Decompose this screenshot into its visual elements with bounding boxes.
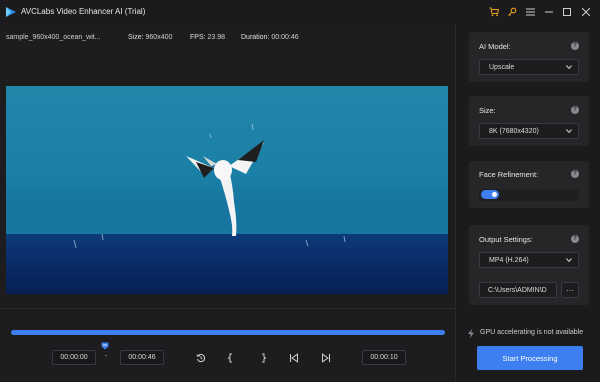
chevron-down-icon — [566, 129, 572, 134]
key-icon[interactable] — [505, 5, 519, 19]
settings-pane: AI Model: ? Upscale Size: ? 8K (7680x432… — [455, 24, 600, 382]
file-size: Size: 960x400 — [128, 34, 173, 41]
lightning-icon — [468, 329, 474, 338]
preview-pane: sample_960x400_ocean_wit... Size: 960x40… — [0, 24, 455, 382]
file-fps: FPS: 23.98 — [190, 34, 226, 41]
ai-model-card: AI Model: ? Upscale — [469, 32, 589, 82]
previous-frame-icon[interactable] — [287, 351, 301, 365]
gpu-status: GPU accelerating is not available — [480, 329, 584, 336]
timeline-slider[interactable] — [11, 330, 445, 335]
start-time-field[interactable]: 00:00:00 — [52, 350, 96, 365]
divider — [0, 308, 455, 309]
next-frame-icon[interactable] — [319, 351, 333, 365]
app-title: AVCLabs Video Enhancer AI (Trial) — [21, 7, 146, 16]
start-processing-button[interactable]: Start Processing — [477, 346, 583, 370]
ai-model-label: AI Model: — [479, 42, 511, 51]
output-path-field[interactable]: C:\Users\ADMIN\D — [479, 282, 557, 298]
maximize-icon[interactable] — [560, 5, 574, 19]
close-icon[interactable] — [579, 5, 593, 19]
app-logo-icon — [6, 7, 16, 17]
face-refinement-toggle-row — [479, 189, 579, 201]
size-label: Size: — [479, 106, 496, 115]
title-bar: AVCLabs Video Enhancer AI (Trial) — [0, 0, 600, 24]
file-info-bar: sample_960x400_ocean_wit... Size: 960x40… — [0, 24, 455, 50]
cart-icon[interactable] — [487, 5, 501, 19]
output-settings-card: Output Settings: ? MP4 (H.264) C:\Users\… — [469, 225, 589, 305]
mark-in-icon[interactable] — [224, 351, 238, 365]
current-time-field[interactable]: 00:00:10 — [362, 350, 406, 365]
mark-out-icon[interactable] — [256, 351, 270, 365]
position-marker-icon[interactable] — [101, 342, 109, 350]
chevron-down-icon — [566, 258, 572, 263]
face-refinement-label: Face Refinement: — [479, 170, 539, 179]
ai-model-select[interactable]: Upscale — [479, 59, 579, 75]
video-frame — [6, 86, 448, 294]
chevron-down-icon — [566, 65, 572, 70]
menu-icon[interactable] — [523, 5, 537, 19]
timeline-fill — [11, 330, 445, 335]
face-refinement-card: Face Refinement: ? — [469, 161, 589, 208]
help-icon[interactable]: ? — [571, 170, 579, 178]
file-duration: Duration: 00:00:46 — [241, 34, 299, 41]
reset-icon[interactable] — [194, 351, 208, 365]
output-settings-label: Output Settings: — [479, 235, 533, 244]
time-range-dash: - — [105, 353, 108, 360]
format-select[interactable]: MP4 (H.264) — [479, 252, 579, 268]
help-icon[interactable]: ? — [571, 235, 579, 243]
size-card: Size: ? 8K (7680x4320) — [469, 96, 589, 146]
help-icon[interactable]: ? — [571, 42, 579, 50]
size-select[interactable]: 8K (7680x4320) — [479, 123, 579, 139]
help-icon[interactable]: ? — [571, 106, 579, 114]
face-refinement-toggle[interactable] — [481, 190, 499, 199]
file-name: sample_960x400_ocean_wit... — [6, 34, 101, 41]
video-preview[interactable] — [6, 86, 448, 294]
minimize-icon[interactable] — [542, 5, 556, 19]
browse-button[interactable]: ··· — [561, 282, 579, 298]
end-time-field[interactable]: 00:00:46 — [120, 350, 164, 365]
